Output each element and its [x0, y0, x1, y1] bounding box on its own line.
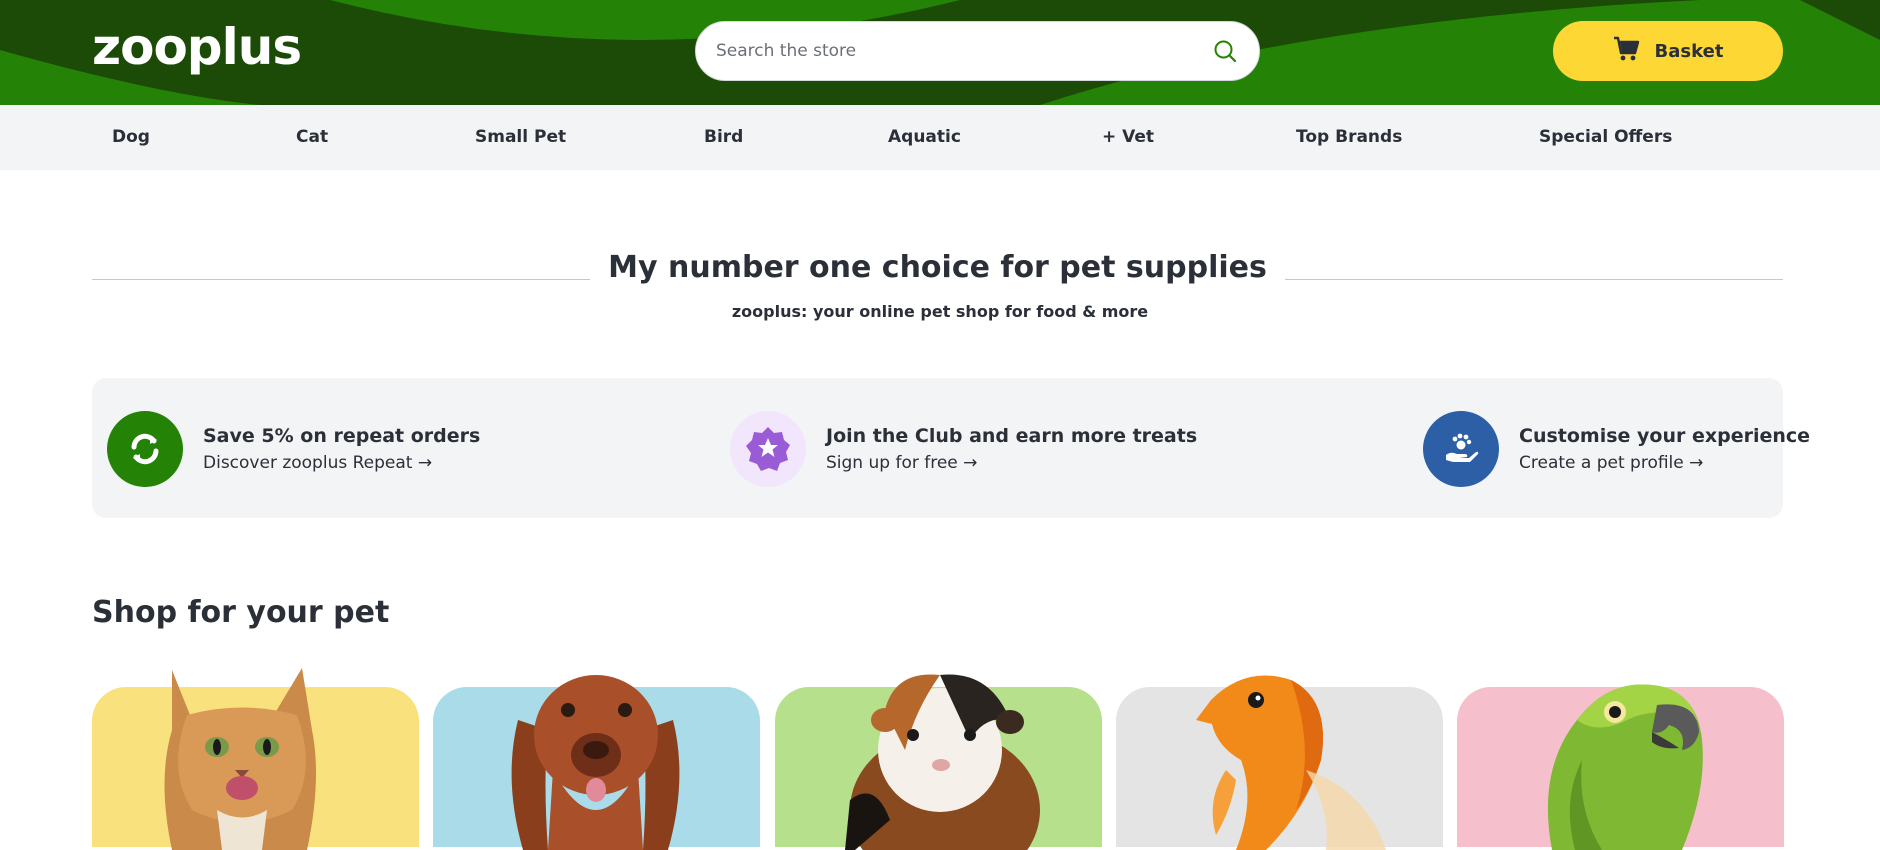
feature-title: Customise your experience [1519, 425, 1811, 447]
nav-item-special-offers[interactable]: Special Offers [1539, 127, 1672, 147]
nav-item-cat[interactable]: Cat [296, 127, 328, 147]
feature-repeat[interactable]: Save 5% on repeat orders Discover zooplu… [107, 411, 480, 487]
nav-item-vet[interactable]: + Vet [1102, 127, 1154, 147]
pet-card-aquatic[interactable] [1116, 675, 1443, 850]
star-badge-icon [730, 411, 806, 487]
feature-title: Join the Club and earn more treats [826, 425, 1198, 447]
search-input[interactable] [716, 41, 1211, 61]
search-bar[interactable] [695, 21, 1260, 81]
pet-card-cat[interactable] [92, 668, 419, 850]
nav-item-small-pet[interactable]: Small Pet [475, 127, 566, 147]
feature-pet-profile[interactable]: Customise your experience Create a pet p… [1423, 411, 1810, 487]
feature-link[interactable]: Discover zooplus Repeat → [203, 453, 480, 473]
basket-button[interactable]: Basket [1553, 21, 1783, 81]
pet-category-cards [92, 660, 1784, 850]
feature-link[interactable]: Sign up for free → [826, 453, 1197, 473]
basket-label: Basket [1654, 40, 1724, 62]
nav-item-bird[interactable]: Bird [704, 127, 743, 147]
section-title: Shop for your pet [92, 595, 390, 630]
feature-title: Save 5% on repeat orders [203, 425, 481, 447]
cart-icon [1613, 36, 1641, 67]
nav-item-aquatic[interactable]: Aquatic [888, 127, 961, 147]
repeat-icon [107, 411, 183, 487]
pet-card-bird[interactable] [1457, 684, 1784, 850]
paw-hand-icon [1423, 411, 1499, 487]
zooplus-logo[interactable]: zooplus [92, 18, 302, 76]
nav-item-dog[interactable]: Dog [112, 127, 150, 147]
page-subtitle: zooplus: your online pet shop for food &… [731, 302, 1149, 321]
feature-link[interactable]: Create a pet profile → [1519, 453, 1810, 473]
page-title: My number one choice for pet supplies [590, 250, 1285, 285]
category-nav: Dog Cat Small Pet Bird Aquatic + Vet Top… [0, 105, 1880, 170]
site-header: zooplus Basket [0, 0, 1880, 105]
pet-card-small-pet[interactable] [775, 674, 1102, 850]
search-icon[interactable] [1211, 37, 1239, 65]
feature-club[interactable]: Join the Club and earn more treats Sign … [730, 411, 1197, 487]
hero-heading: My number one choice for pet supplies [92, 250, 1783, 310]
nav-item-top-brands[interactable]: Top Brands [1296, 127, 1402, 147]
feature-strip: Save 5% on repeat orders Discover zooplu… [92, 378, 1810, 518]
pet-card-dog[interactable] [433, 675, 760, 850]
